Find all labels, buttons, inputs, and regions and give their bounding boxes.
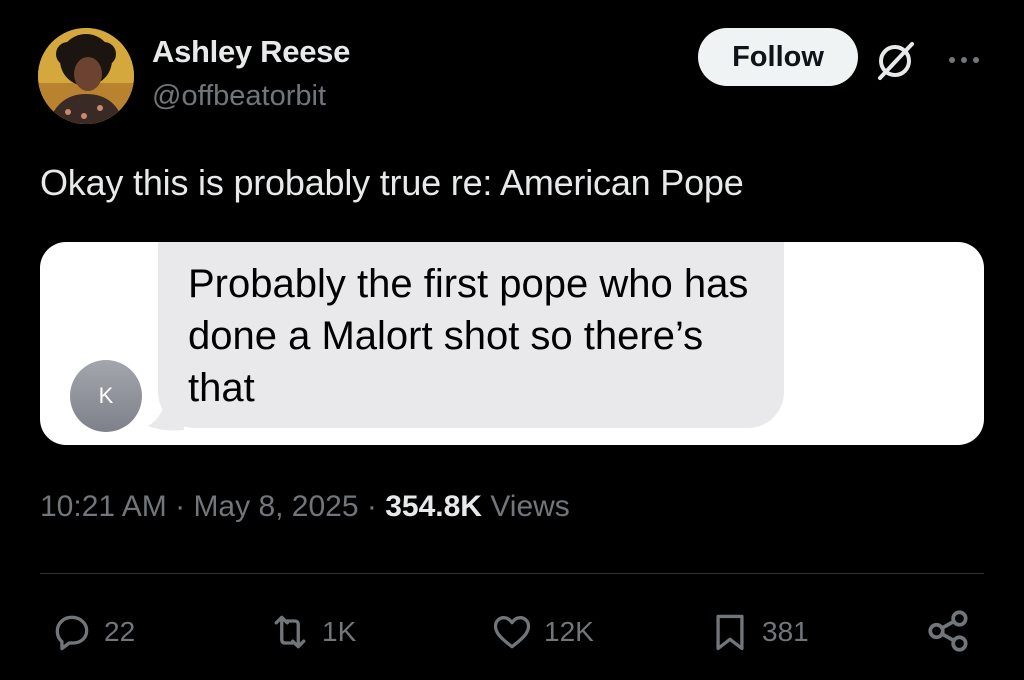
- reply-count: 22: [104, 616, 136, 647]
- follow-button[interactable]: Follow: [698, 28, 858, 86]
- repost-button[interactable]: 1K: [268, 606, 356, 658]
- avatar[interactable]: [38, 28, 134, 124]
- repost-icon: [274, 615, 306, 649]
- views-count: 354.8K: [385, 490, 482, 523]
- reply-button[interactable]: 22: [50, 606, 135, 658]
- tweet-text: Okay this is probably true re: American …: [40, 162, 744, 203]
- share-button[interactable]: [924, 606, 974, 656]
- bookmark-icon: [716, 614, 744, 651]
- meta-separator: ·: [366, 490, 386, 523]
- embedded-image[interactable]: K Probably the first pope who has done a…: [40, 242, 984, 445]
- views-label: Views: [490, 490, 570, 523]
- message-text: Probably the first pope who has done a M…: [188, 262, 749, 410]
- grok-icon[interactable]: [874, 38, 918, 82]
- tweet-meta: 10:21 AM · May 8, 2025 · 354.8K Views: [40, 490, 570, 524]
- like-count: 12K: [544, 616, 594, 647]
- bookmark-button[interactable]: 381: [708, 606, 809, 658]
- like-button[interactable]: 12K: [490, 606, 594, 658]
- author-name[interactable]: Ashley Reese: [152, 34, 350, 70]
- avatar-image: [38, 28, 134, 124]
- heart-icon: [493, 616, 531, 649]
- meta-separator: ·: [175, 490, 194, 523]
- tweet-time[interactable]: 10:21 AM: [40, 490, 167, 523]
- contact-avatar: K: [70, 360, 142, 432]
- tweet-date[interactable]: May 8, 2025: [193, 490, 358, 523]
- bookmark-count: 381: [762, 616, 809, 647]
- more-icon[interactable]: [944, 40, 984, 80]
- author-handle[interactable]: @offbeatorbit: [152, 80, 326, 113]
- divider: [40, 573, 984, 574]
- reply-icon: [55, 615, 89, 651]
- repost-count: 1K: [322, 616, 357, 647]
- share-icon: [928, 610, 968, 652]
